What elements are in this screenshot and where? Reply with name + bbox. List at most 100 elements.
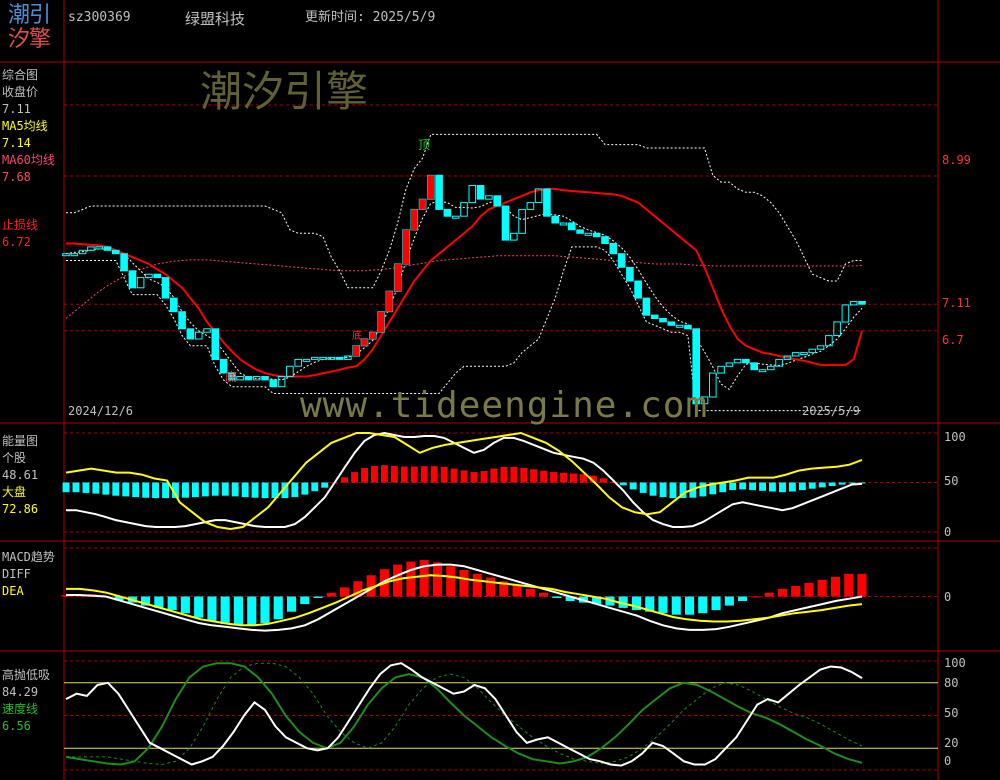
macd-bar <box>791 585 801 597</box>
candle <box>825 335 833 347</box>
macd-bar <box>711 596 721 611</box>
candle <box>634 280 642 299</box>
energy-bar <box>828 482 836 486</box>
candle <box>476 185 485 200</box>
right-label-close: 7.11 <box>942 296 971 310</box>
energy-bar <box>639 482 647 493</box>
candle <box>161 277 170 299</box>
candle <box>709 372 717 398</box>
candle <box>451 215 460 219</box>
macd-bar <box>685 596 695 615</box>
energy-bar <box>321 482 329 488</box>
candle <box>501 205 510 241</box>
speed-lag-line <box>66 662 863 766</box>
energy-bar <box>261 482 269 499</box>
candle <box>758 369 767 373</box>
url-watermark: www.tideengine.com <box>300 385 709 426</box>
energy-bar <box>132 482 140 498</box>
candle <box>650 314 659 320</box>
energy-bar <box>560 472 567 483</box>
energy-bar <box>619 482 627 486</box>
candle <box>725 362 734 367</box>
speed-line <box>65 662 863 766</box>
energy-bar <box>201 482 209 497</box>
energy-bar <box>410 466 418 483</box>
candle <box>319 356 327 360</box>
energy-bar <box>759 482 766 491</box>
candle <box>120 253 128 272</box>
energy-bar <box>112 482 120 496</box>
energy-bar <box>82 482 90 493</box>
macd-legend: MACD趋势 DIFF DEA <box>2 550 55 598</box>
candle <box>153 273 161 279</box>
candle <box>261 376 269 381</box>
candle <box>576 229 584 234</box>
macd-bar <box>817 579 827 597</box>
stock-name: 绿盟科技 <box>185 10 246 28</box>
macd-bar <box>260 596 270 623</box>
candle <box>626 266 634 282</box>
macd-bar <box>406 561 416 597</box>
candle <box>128 270 137 289</box>
candle <box>592 232 601 238</box>
update-time: 更新时间: 2025/5/9 <box>305 10 436 25</box>
ma60-value: 7.68 <box>2 170 31 184</box>
macd-bar <box>738 596 748 601</box>
market-value: 72.86 <box>2 502 39 516</box>
end-date: 2025/5/9 <box>802 404 860 418</box>
stop-value: 6.72 <box>2 235 31 249</box>
candle <box>335 356 344 360</box>
candle <box>584 232 593 236</box>
energy-bar <box>570 473 577 483</box>
candle <box>435 174 443 210</box>
macd-bar <box>167 596 177 611</box>
energy-bar <box>719 482 727 493</box>
ma60-label: MA60均线 <box>2 153 55 167</box>
candle <box>742 358 750 364</box>
candle <box>767 365 775 371</box>
stop-line <box>66 187 863 378</box>
candle-up <box>352 345 360 356</box>
macd-bar <box>472 573 482 597</box>
candle <box>841 304 850 323</box>
energy-bar <box>450 468 458 483</box>
candle <box>170 297 178 313</box>
candle <box>833 321 841 336</box>
candle-up <box>394 264 401 292</box>
energy-bar <box>122 482 130 497</box>
macd-bar <box>857 573 867 597</box>
energy-bar <box>838 482 846 485</box>
energy-bar <box>818 482 826 488</box>
macd-bar <box>698 596 708 614</box>
candle <box>518 208 526 234</box>
candle <box>800 352 808 356</box>
energy-title: 能量图 <box>2 434 39 448</box>
macd-bar <box>525 588 535 597</box>
energy-bar <box>231 482 239 497</box>
energy-bar <box>390 465 398 483</box>
energy-bar <box>162 482 169 499</box>
swing-tick-20: 20 <box>944 736 959 750</box>
logo-line2: 汐擎 <box>8 27 51 52</box>
energy-bar <box>490 468 498 483</box>
candle <box>302 358 311 362</box>
top-marker: 顶 <box>418 138 431 152</box>
candle-up <box>427 175 435 200</box>
energy-legend: 能量图 个股 48.61 大盘 72.86 <box>2 434 38 516</box>
macd-bar <box>446 566 456 597</box>
right-label-high: 8.99 <box>942 153 971 167</box>
candle <box>277 376 286 388</box>
energy-bar <box>251 482 259 498</box>
candle <box>667 321 676 326</box>
candle <box>526 202 535 210</box>
energy-bar <box>420 466 428 483</box>
energy-bar <box>191 482 199 498</box>
macd-bar <box>432 562 442 597</box>
swing-value: 84.29 <box>2 685 39 699</box>
energy-bar <box>62 482 70 493</box>
energy-bar <box>808 482 816 489</box>
macd-bar <box>830 576 840 597</box>
candle <box>543 188 551 217</box>
energy-bar <box>699 482 707 497</box>
macd-bar <box>247 596 257 626</box>
